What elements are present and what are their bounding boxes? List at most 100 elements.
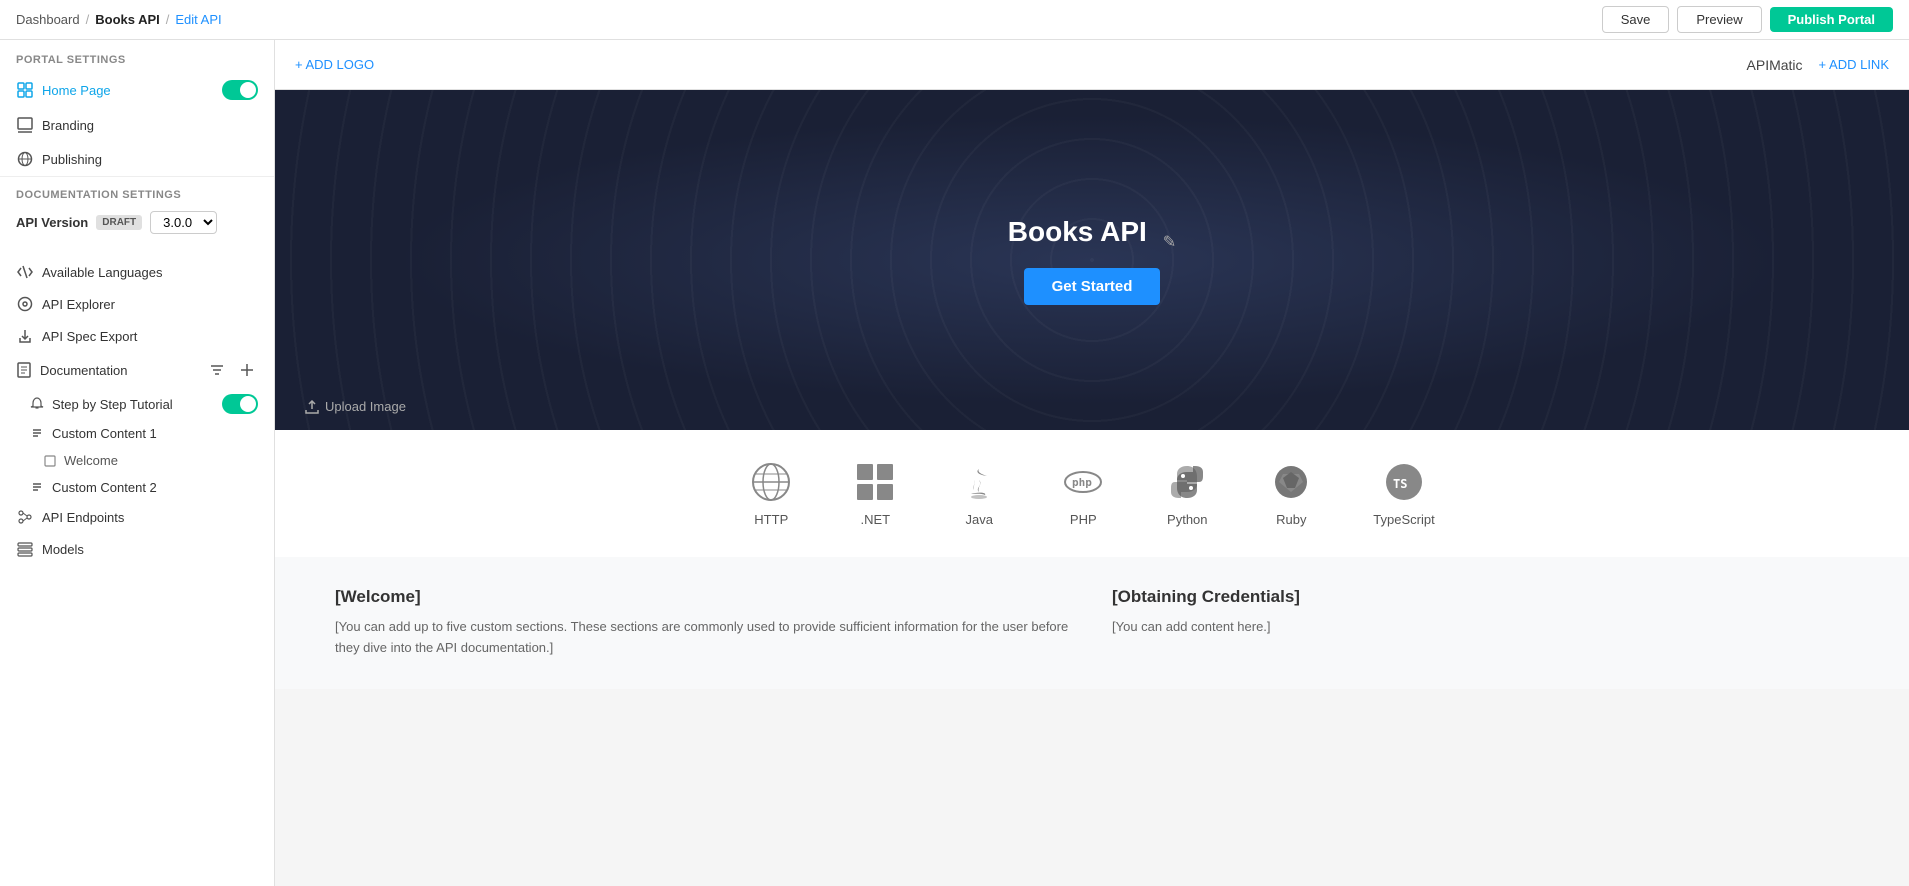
documentation-settings-section: DOCUMENTATION SETTINGS API Version DRAFT… <box>0 176 274 256</box>
svg-text:php: php <box>1072 476 1092 489</box>
dotnet-icon <box>853 460 897 504</box>
upload-image-label: Upload Image <box>325 399 406 414</box>
api-endpoints-icon <box>16 508 34 526</box>
homepage-label: Home Page <box>42 83 214 98</box>
custom-content-1-label: Custom Content 1 <box>52 426 258 441</box>
lang-dotnet[interactable]: .NET <box>853 460 897 527</box>
sidebar-item-homepage[interactable]: Home Page <box>0 72 274 108</box>
sidebar-item-api-spec-export[interactable]: API Spec Export <box>0 320 274 352</box>
content-block-welcome: [Welcome] [You can add up to five custom… <box>335 587 1072 659</box>
portal-name: APIMatic <box>1747 57 1803 73</box>
bell-icon <box>30 397 44 411</box>
branding-icon <box>16 116 34 134</box>
step-tutorial-label: Step by Step Tutorial <box>52 397 214 412</box>
step-tutorial-toggle[interactable] <box>222 394 258 414</box>
dotnet-label: .NET <box>860 512 890 527</box>
sidebar-item-step-tutorial[interactable]: Step by Step Tutorial <box>0 388 274 420</box>
sidebar-item-api-explorer[interactable]: API Explorer <box>0 288 274 320</box>
get-started-button[interactable]: Get Started <box>1024 268 1161 305</box>
hero-section: Books API ✎ Get Started Upload Image <box>275 90 1909 430</box>
available-languages-icon <box>16 263 34 281</box>
custom-content-2-icon <box>30 481 44 495</box>
python-label: Python <box>1167 512 1207 527</box>
api-version-label: API Version <box>16 215 88 230</box>
sidebar-item-welcome[interactable]: Welcome <box>0 447 274 474</box>
api-spec-export-label: API Spec Export <box>42 329 258 344</box>
http-icon <box>749 460 793 504</box>
draft-badge: DRAFT <box>96 215 142 230</box>
sidebar-item-branding[interactable]: Branding <box>0 108 274 142</box>
typescript-icon: TS <box>1382 460 1426 504</box>
edit-api-link[interactable]: Edit API <box>175 12 221 27</box>
api-spec-export-icon <box>16 327 34 345</box>
hero-edit-icon[interactable]: ✎ <box>1163 232 1176 252</box>
sidebar-item-custom-content-1[interactable]: Custom Content 1 <box>0 420 274 447</box>
lang-php[interactable]: php PHP <box>1061 460 1105 527</box>
portal-header-bar: + ADD LOGO APIMatic + ADD LINK <box>275 40 1909 90</box>
http-label: HTTP <box>754 512 788 527</box>
api-version-row: API Version DRAFT 3.0.0 2.0.0 1.0.0 <box>16 211 258 234</box>
publishing-label: Publishing <box>42 152 258 167</box>
custom-content-2-label: Custom Content 2 <box>52 480 258 495</box>
breadcrumb-sep2: / <box>166 12 170 27</box>
main-layout: PORTAL SETTINGS Home Page Branding <box>0 40 1909 886</box>
welcome-block-title: [Welcome] <box>335 587 1072 607</box>
svg-text:TS: TS <box>1393 477 1407 491</box>
sidebar-item-models[interactable]: Models <box>0 533 274 565</box>
php-icon: php <box>1061 460 1105 504</box>
python-icon <box>1165 460 1209 504</box>
documentation-label: Documentation <box>40 363 198 378</box>
add-link-button[interactable]: + ADD LINK <box>1819 57 1889 72</box>
books-api-link[interactable]: Books API <box>95 12 160 27</box>
typescript-label: TypeScript <box>1373 512 1434 527</box>
sidebar-item-api-endpoints[interactable]: API Endpoints <box>0 501 274 533</box>
top-nav: Dashboard / Books API / Edit API Save Pr… <box>0 0 1909 40</box>
version-select[interactable]: 3.0.0 2.0.0 1.0.0 <box>150 211 217 234</box>
lang-ruby[interactable]: Ruby <box>1269 460 1313 527</box>
lang-typescript[interactable]: TS TypeScript <box>1373 460 1434 527</box>
lang-python[interactable]: Python <box>1165 460 1209 527</box>
publishing-icon <box>16 150 34 168</box>
lang-java[interactable]: Java <box>957 460 1001 527</box>
java-label: Java <box>966 512 993 527</box>
portal-header-right: APIMatic + ADD LINK <box>1747 57 1889 73</box>
languages-section: HTTP .NET <box>275 430 1909 557</box>
dashboard-link[interactable]: Dashboard <box>16 12 80 27</box>
java-icon <box>957 460 1001 504</box>
publish-portal-button[interactable]: Publish Portal <box>1770 7 1893 32</box>
homepage-toggle[interactable] <box>222 80 258 100</box>
credentials-block-body: [You can add content here.] <box>1112 617 1849 638</box>
hero-title: Books API <box>1008 216 1147 248</box>
documentation-filter-icon[interactable] <box>206 359 228 381</box>
branding-label: Branding <box>42 118 258 133</box>
sidebar-item-custom-content-2[interactable]: Custom Content 2 <box>0 474 274 501</box>
content-block-credentials: [Obtaining Credentials] [You can add con… <box>1112 587 1849 659</box>
breadcrumb: Dashboard / Books API / Edit API <box>16 12 1594 27</box>
welcome-icon <box>44 455 56 467</box>
credentials-block-title: [Obtaining Credentials] <box>1112 587 1849 607</box>
documentation-add-icon[interactable] <box>236 359 258 381</box>
top-nav-actions: Save Preview Publish Portal <box>1602 6 1893 33</box>
sidebar-item-documentation[interactable]: Documentation <box>0 352 274 388</box>
ruby-icon <box>1269 460 1313 504</box>
sidebar-item-publishing[interactable]: Publishing <box>0 142 274 176</box>
add-logo-button[interactable]: + ADD LOGO <box>295 57 374 72</box>
available-languages-label: Available Languages <box>42 265 258 280</box>
api-endpoints-label: API Endpoints <box>42 510 258 525</box>
save-button[interactable]: Save <box>1602 6 1670 33</box>
sidebar: PORTAL SETTINGS Home Page Branding <box>0 40 275 886</box>
sidebar-item-available-languages[interactable]: Available Languages <box>0 256 274 288</box>
breadcrumb-sep: / <box>86 12 90 27</box>
php-label: PHP <box>1070 512 1097 527</box>
welcome-block-body: [You can add up to five custom sections.… <box>335 617 1072 659</box>
preview-button[interactable]: Preview <box>1677 6 1761 33</box>
upload-image-button[interactable]: Upload Image <box>305 399 406 414</box>
models-label: Models <box>42 542 258 557</box>
welcome-label: Welcome <box>64 453 258 468</box>
doc-settings-label: DOCUMENTATION SETTINGS <box>16 189 258 201</box>
api-explorer-icon <box>16 295 34 313</box>
lang-http[interactable]: HTTP <box>749 460 793 527</box>
portal-settings-label: PORTAL SETTINGS <box>0 40 274 72</box>
api-explorer-label: API Explorer <box>42 297 258 312</box>
custom-content-1-icon <box>30 427 44 441</box>
